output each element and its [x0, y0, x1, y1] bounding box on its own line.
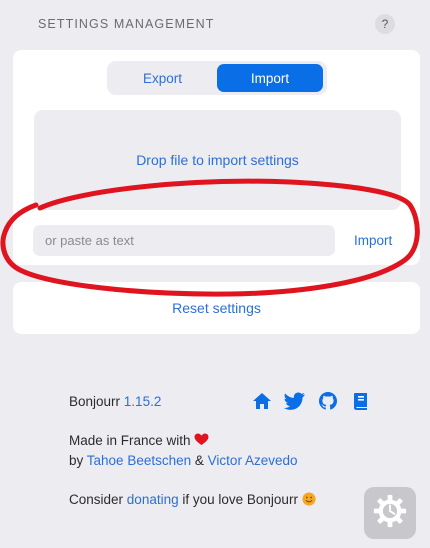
help-button[interactable]: ?	[375, 14, 395, 34]
twitter-icon[interactable]	[283, 391, 306, 411]
donate-link[interactable]: donating	[127, 492, 179, 507]
love-text: if you love Bonjourr	[182, 492, 298, 507]
dropzone-label: Drop file to import settings	[136, 152, 299, 168]
reset-settings-button[interactable]: Reset settings	[172, 300, 261, 316]
book-icon[interactable]	[350, 391, 372, 411]
section-title: SETTINGS MANAGEMENT	[38, 17, 215, 31]
made-in-text: Made in France with	[69, 433, 191, 448]
author-link-1[interactable]: Tahoe Beetschen	[87, 453, 191, 468]
import-button[interactable]: Import	[354, 233, 392, 248]
by-text: by	[69, 453, 84, 468]
heart-icon	[194, 433, 209, 448]
home-icon[interactable]	[251, 391, 273, 411]
app-name: Bonjourr	[69, 394, 121, 409]
paste-settings-input[interactable]	[33, 225, 335, 256]
file-dropzone[interactable]: Drop file to import settings	[34, 110, 401, 210]
reset-card: Reset settings	[13, 282, 420, 334]
settings-gear-button[interactable]	[364, 487, 416, 539]
tab-export[interactable]: Export	[110, 64, 215, 92]
donate-line: Consider donating if you love Bonjourr	[69, 490, 316, 510]
tab-import[interactable]: Import	[217, 64, 323, 92]
social-links	[251, 391, 372, 411]
import-export-card: Export Import Drop file to import settin…	[13, 50, 420, 265]
github-icon[interactable]	[317, 391, 339, 411]
version-link[interactable]: 1.15.2	[124, 394, 162, 409]
gear-icon	[371, 492, 409, 535]
made-in-line: Made in France with	[69, 431, 209, 451]
smile-emoji-icon	[302, 492, 316, 507]
author-link-2[interactable]: Victor Azevedo	[208, 453, 298, 468]
version-line: Bonjourr 1.15.2	[69, 392, 161, 412]
ampersand-text: &	[194, 453, 204, 468]
export-import-toggle: Export Import	[107, 61, 327, 95]
credits-line: by Tahoe Beetschen & Victor Azevedo	[69, 451, 297, 471]
consider-text: Consider	[69, 492, 124, 507]
